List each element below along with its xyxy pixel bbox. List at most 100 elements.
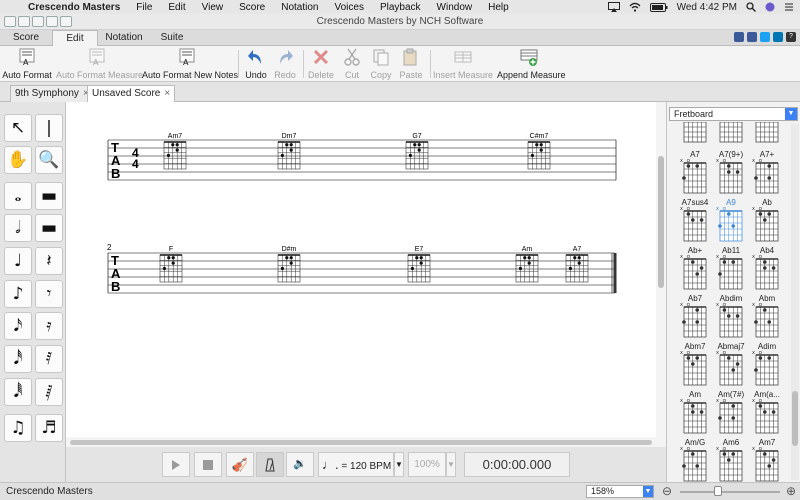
insert-measure-button[interactable]: Insert Measure bbox=[433, 48, 493, 81]
chord-thumb[interactable]: Ab7 x bbox=[677, 294, 713, 342]
half-rest-icon[interactable]: ▬ bbox=[35, 214, 63, 242]
auto-format-new-notes-button[interactable]: A Auto Format New Notes bbox=[142, 48, 238, 81]
sixteenth-rest-icon[interactable]: 𝄿 bbox=[35, 312, 63, 340]
chord-thumb[interactable]: Abm7 x bbox=[677, 342, 713, 390]
zoom-slider-thumb[interactable] bbox=[714, 486, 722, 496]
eighth-note-icon[interactable]: ♪ bbox=[4, 280, 32, 308]
notification-center-icon[interactable] bbox=[784, 2, 794, 12]
eighth-rest-icon[interactable]: 𝄾 bbox=[35, 280, 63, 308]
chord-thumb[interactable]: A7 x bbox=[677, 150, 713, 198]
chord-diagram[interactable]: A7 bbox=[565, 246, 589, 283]
chord-thumb[interactable]: Ab x bbox=[749, 198, 785, 246]
undo-button[interactable]: Undo bbox=[243, 48, 269, 81]
scroll-thumb[interactable] bbox=[658, 156, 664, 288]
chord-thumb[interactable]: Abdim x bbox=[713, 294, 749, 342]
zoom-select[interactable]: 158% ▼ bbox=[586, 485, 654, 498]
twitter-icon[interactable] bbox=[760, 32, 770, 42]
linkedin-icon[interactable] bbox=[773, 32, 783, 42]
tab-edit[interactable]: Edit bbox=[52, 30, 98, 46]
menu-view[interactable]: View bbox=[194, 2, 232, 13]
like-icon[interactable] bbox=[734, 32, 744, 42]
menu-file[interactable]: File bbox=[128, 2, 160, 13]
chord-diagram[interactable]: Dm7 bbox=[277, 133, 301, 170]
barline-tool-icon[interactable]: | bbox=[35, 114, 63, 142]
thirty-second-rest-icon[interactable]: 𝅀 bbox=[35, 345, 63, 373]
chord-thumb[interactable]: A7sus4 x bbox=[677, 198, 713, 246]
app-menu[interactable]: Crescendo Masters bbox=[24, 2, 128, 13]
menu-window[interactable]: Window bbox=[429, 2, 481, 13]
menu-playback[interactable]: Playback bbox=[372, 2, 429, 13]
doc-tab-9th-symphony[interactable]: 9th Symphony × bbox=[10, 85, 94, 102]
cut-button[interactable]: Cut bbox=[339, 48, 365, 81]
volume-field[interactable]: 100% bbox=[408, 452, 446, 477]
menu-voices[interactable]: Voices bbox=[327, 2, 372, 13]
chord-thumb[interactable]: Am x bbox=[677, 390, 713, 438]
paste-button[interactable]: Paste bbox=[397, 48, 425, 81]
spotlight-search-icon[interactable] bbox=[746, 2, 756, 12]
chord-thumb[interactable]: Abm x bbox=[749, 294, 785, 342]
score-horizontal-scrollbar[interactable] bbox=[66, 437, 656, 447]
facebook-icon[interactable] bbox=[747, 32, 757, 42]
zoom-in-icon[interactable]: ⊕ bbox=[786, 484, 796, 498]
close-tab-icon[interactable]: × bbox=[164, 88, 170, 99]
chord-thumb-partial[interactable] bbox=[677, 121, 713, 144]
sixteenth-note-icon[interactable]: 𝅘𝅥𝅯 bbox=[4, 312, 32, 340]
beamed-sixteenths-icon[interactable]: ♬ bbox=[35, 414, 63, 442]
instrument-button[interactable]: 🎻 bbox=[226, 452, 254, 477]
airplay-icon[interactable] bbox=[607, 2, 620, 12]
volume-dropdown-icon[interactable]: ▼ bbox=[446, 452, 456, 477]
siri-icon[interactable] bbox=[765, 2, 775, 12]
menu-help[interactable]: Help bbox=[480, 2, 517, 13]
append-measure-button[interactable]: Append Measure bbox=[497, 48, 566, 81]
chord-thumb[interactable]: A7+ x bbox=[749, 150, 785, 198]
chord-diagram[interactable]: E7 bbox=[407, 246, 431, 283]
quarter-note-icon[interactable]: ♩ bbox=[4, 247, 32, 275]
chord-thumb[interactable]: Ab4 x bbox=[749, 246, 785, 294]
chord-diagram[interactable]: Am bbox=[515, 246, 539, 283]
chord-thumb[interactable]: Am(a... x bbox=[749, 390, 785, 438]
chord-thumb-partial[interactable] bbox=[749, 121, 785, 144]
thirty-second-note-icon[interactable]: 𝅘𝅥𝅰 bbox=[4, 345, 32, 373]
scroll-thumb[interactable] bbox=[70, 440, 652, 445]
chord-thumb[interactable]: Abmaj7 x bbox=[713, 342, 749, 390]
chord-thumb[interactable]: Adim x bbox=[749, 342, 785, 390]
tab-score[interactable]: Score bbox=[0, 30, 52, 46]
select-tool-icon[interactable]: ↖ bbox=[4, 114, 32, 142]
zoom-out-icon[interactable]: ⊖ bbox=[662, 484, 672, 498]
whole-rest-icon[interactable]: ▬ bbox=[35, 182, 63, 210]
sixty-fourth-note-icon[interactable]: 𝅘𝅥𝅱 bbox=[4, 378, 32, 406]
chord-diagram[interactable]: D#m bbox=[277, 246, 301, 283]
score-vertical-scrollbar[interactable] bbox=[656, 102, 666, 447]
pan-tool-icon[interactable]: ✋ bbox=[4, 146, 32, 174]
chord-thumb[interactable]: A7(9+) x bbox=[713, 150, 749, 198]
chord-diagram[interactable]: Am7 bbox=[163, 133, 187, 170]
doc-tab-unsaved-score[interactable]: Unsaved Score × bbox=[87, 85, 176, 102]
chord-thumb[interactable]: Ab11 x bbox=[713, 246, 749, 294]
speaker-button[interactable]: 🔉 bbox=[286, 452, 314, 477]
zoom-tool-icon[interactable]: 🔍 bbox=[35, 146, 63, 174]
scroll-thumb[interactable] bbox=[792, 391, 798, 446]
chord-thumb[interactable]: Am7 x bbox=[749, 438, 785, 486]
chord-diagram[interactable]: G7 bbox=[405, 133, 429, 170]
whole-note-icon[interactable]: 𝅝 bbox=[4, 182, 32, 210]
chord-thumb[interactable]: Am/G x bbox=[677, 438, 713, 486]
menu-score[interactable]: Score bbox=[231, 2, 273, 13]
help-icon[interactable]: ? bbox=[786, 32, 796, 42]
tempo-dropdown-icon[interactable]: ▼ bbox=[394, 452, 404, 477]
panel-selector[interactable]: Fretboard ▼ bbox=[669, 107, 798, 121]
copy-button[interactable]: Copy bbox=[367, 48, 395, 81]
chord-thumb[interactable]: Am6 x bbox=[713, 438, 749, 486]
chord-thumb[interactable]: Am(7#) x bbox=[713, 390, 749, 438]
chord-diagram[interactable]: C#m7 bbox=[527, 133, 551, 170]
quarter-rest-icon[interactable]: 𝄽 bbox=[35, 247, 63, 275]
chord-diagram[interactable]: F bbox=[159, 246, 183, 283]
metronome-button[interactable] bbox=[256, 452, 284, 477]
menubar-clock[interactable]: Wed 4:42 PM bbox=[677, 2, 737, 13]
auto-format-measure-button[interactable]: A Auto Format Measure bbox=[56, 48, 143, 81]
chord-thumb[interactable]: Ab+ x bbox=[677, 246, 713, 294]
delete-button[interactable]: Delete bbox=[306, 48, 336, 81]
chord-thumb[interactable]: A9 x bbox=[713, 198, 749, 246]
menu-edit[interactable]: Edit bbox=[160, 2, 193, 13]
menu-notation[interactable]: Notation bbox=[273, 2, 326, 13]
battery-icon[interactable] bbox=[649, 2, 668, 12]
